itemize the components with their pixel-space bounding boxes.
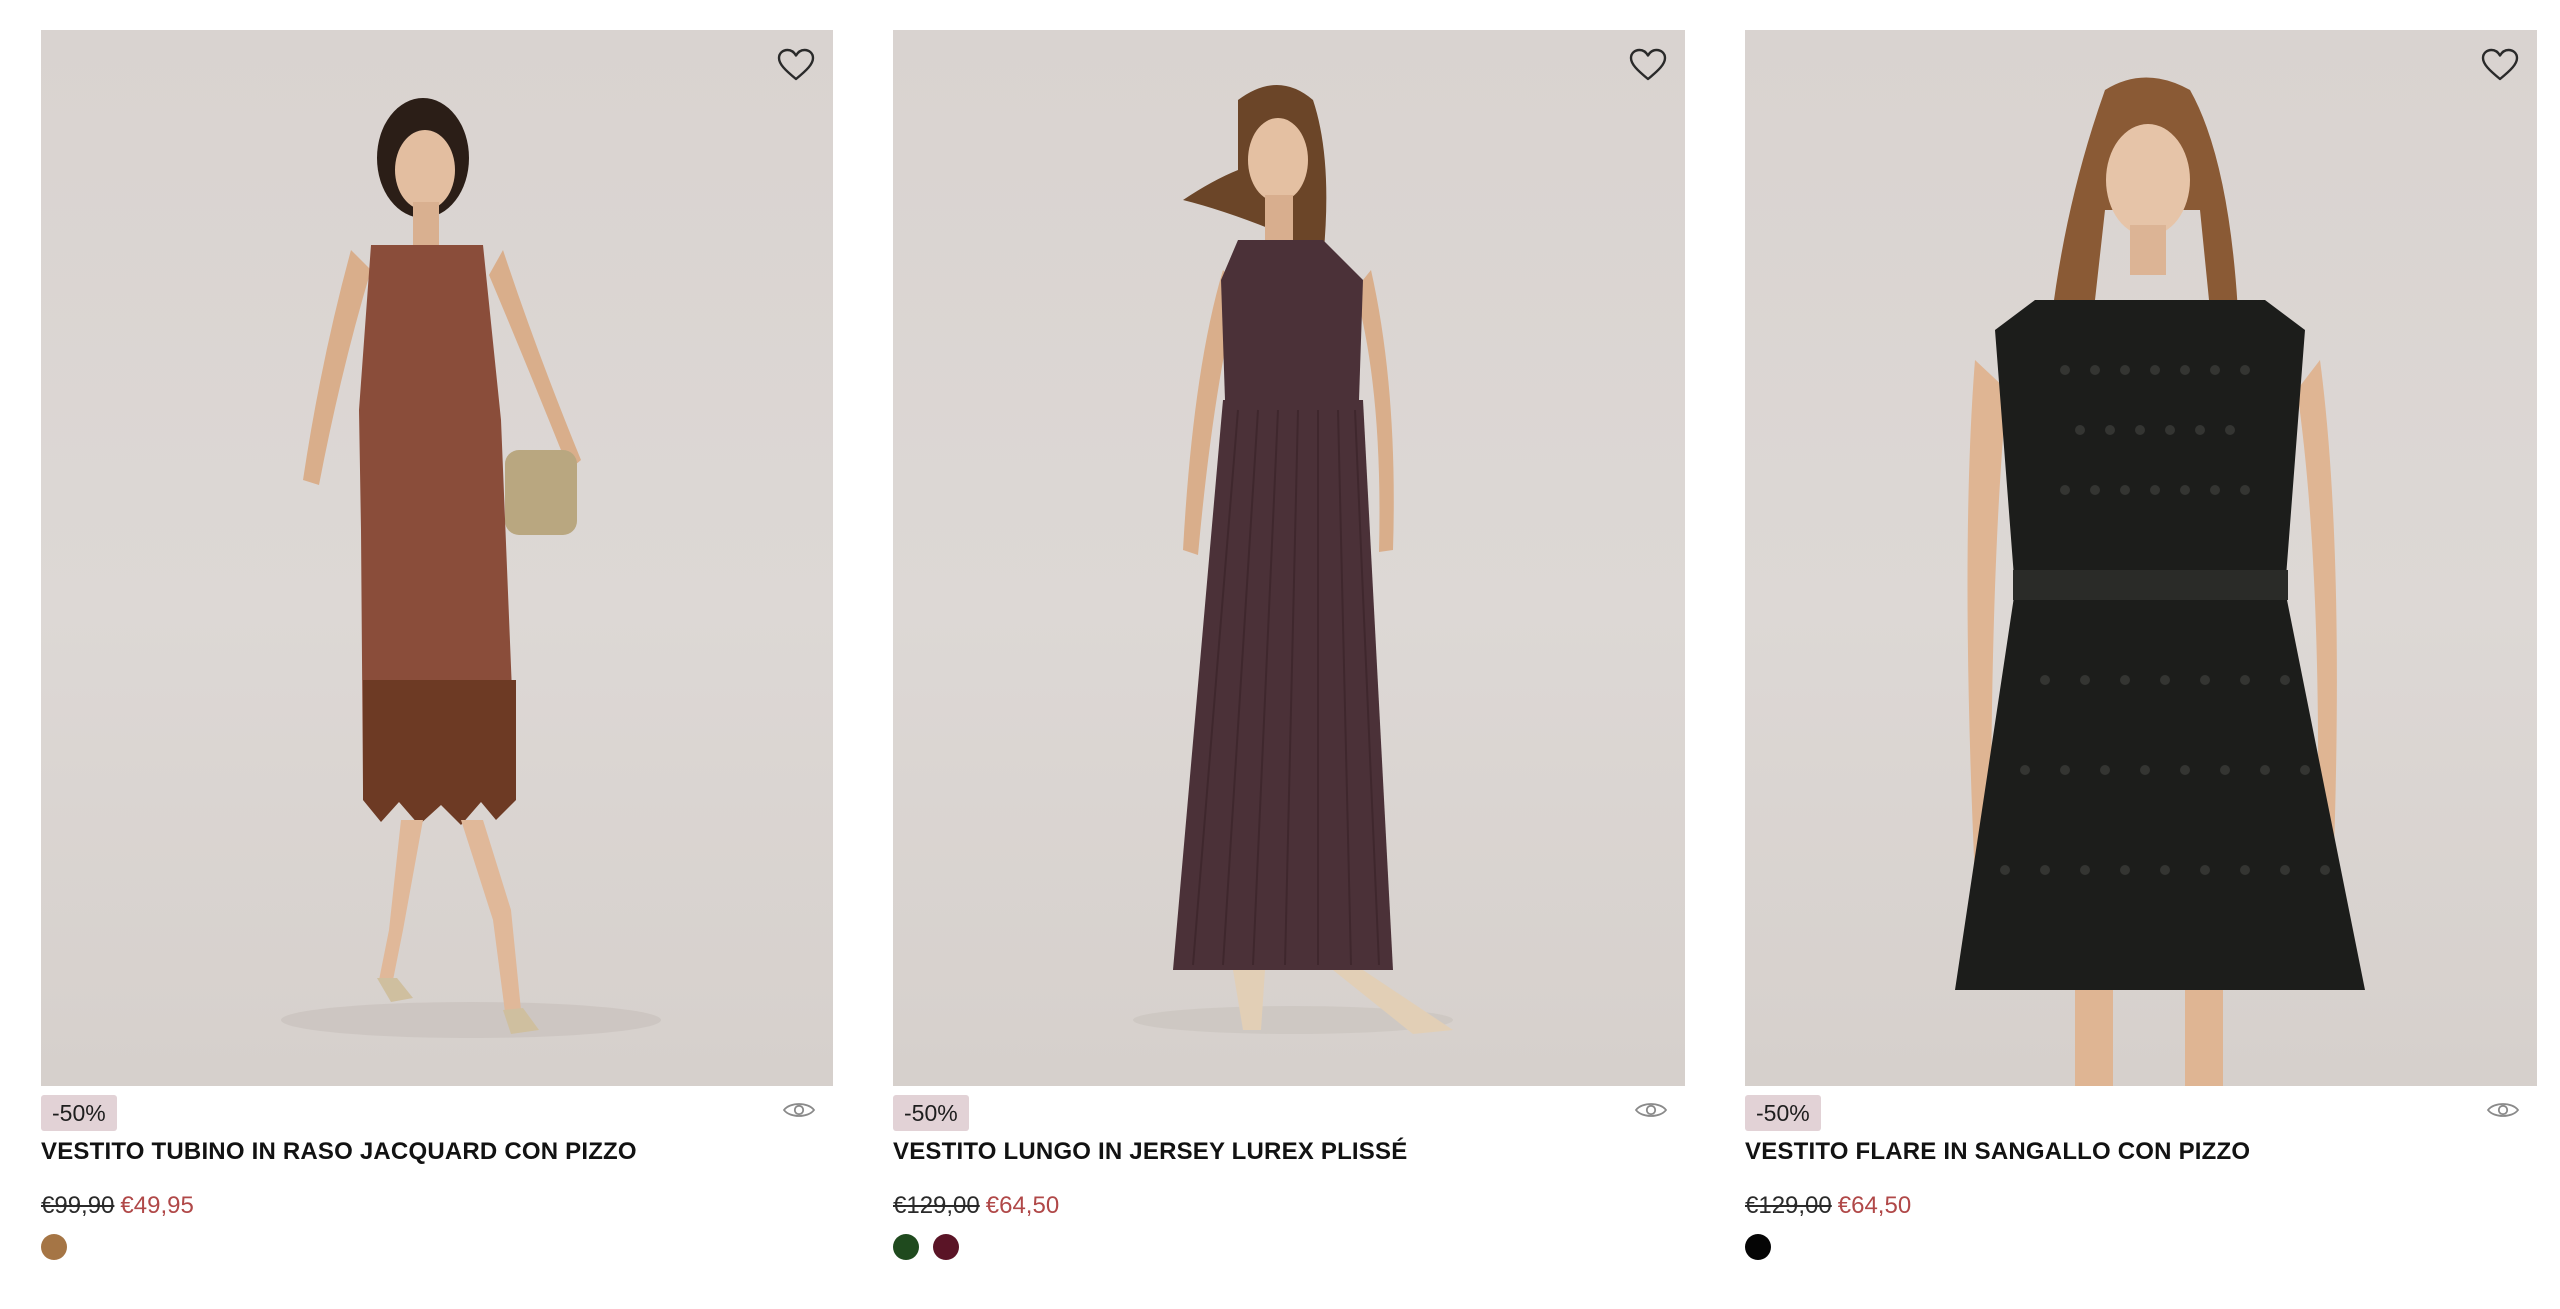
eye-icon <box>782 1103 816 1117</box>
color-swatch-burgundy[interactable] <box>933 1234 959 1260</box>
sale-price: €64,50 <box>1837 1192 1912 1219</box>
eye-icon <box>1634 1103 1668 1117</box>
product-meta: -50% <box>893 1095 1685 1147</box>
color-swatch-black[interactable] <box>1745 1234 1771 1260</box>
original-price: €129,00 <box>893 1192 980 1219</box>
discount-badge: -50% <box>893 1095 969 1131</box>
product-grid: -50% VESTITO TUBINO IN RASO JACQUARD CON… <box>41 30 2537 1260</box>
color-swatches <box>893 1234 1685 1260</box>
quick-view-button[interactable] <box>1631 1095 1671 1125</box>
heart-icon <box>1629 48 1667 81</box>
wishlist-button[interactable] <box>1625 42 1671 88</box>
price: €129,00 €64,50 <box>1745 1190 2537 1222</box>
color-swatch-brown[interactable] <box>41 1234 67 1260</box>
price: €99,90 €49,95 <box>41 1190 833 1222</box>
wishlist-button[interactable] <box>773 42 819 88</box>
price: €129,00 €64,50 <box>893 1190 1685 1222</box>
wishlist-button[interactable] <box>2477 42 2523 88</box>
product-meta: -50% <box>41 1095 833 1147</box>
sale-price: €64,50 <box>985 1192 1060 1219</box>
eye-icon <box>2486 1103 2520 1117</box>
quick-view-button[interactable] <box>2483 1095 2523 1125</box>
product-card[interactable]: -50% VESTITO FLARE IN SANGALLO CON PIZZO… <box>1745 30 2537 1260</box>
product-photo[interactable] <box>893 30 1685 1086</box>
color-swatches <box>41 1234 833 1260</box>
product-image[interactable] <box>1745 30 2537 1086</box>
original-price: €99,90 <box>41 1192 115 1219</box>
color-swatches <box>1745 1234 2537 1260</box>
color-swatch-green[interactable] <box>893 1234 919 1260</box>
original-price: €129,00 <box>1745 1192 1832 1219</box>
product-photo[interactable] <box>41 30 833 1086</box>
discount-badge: -50% <box>1745 1095 1821 1131</box>
sale-price: €49,95 <box>120 1192 194 1219</box>
product-meta: -50% <box>1745 1095 2537 1147</box>
heart-icon <box>777 48 815 81</box>
heart-icon <box>2481 48 2519 81</box>
product-card[interactable]: -50% VESTITO TUBINO IN RASO JACQUARD CON… <box>41 30 833 1260</box>
product-card[interactable]: -50% VESTITO LUNGO IN JERSEY LUREX PLISS… <box>893 30 1685 1260</box>
product-photo[interactable] <box>1745 30 2537 1086</box>
product-image[interactable] <box>893 30 1685 1086</box>
product-image[interactable] <box>41 30 833 1086</box>
quick-view-button[interactable] <box>779 1095 819 1125</box>
discount-badge: -50% <box>41 1095 117 1131</box>
